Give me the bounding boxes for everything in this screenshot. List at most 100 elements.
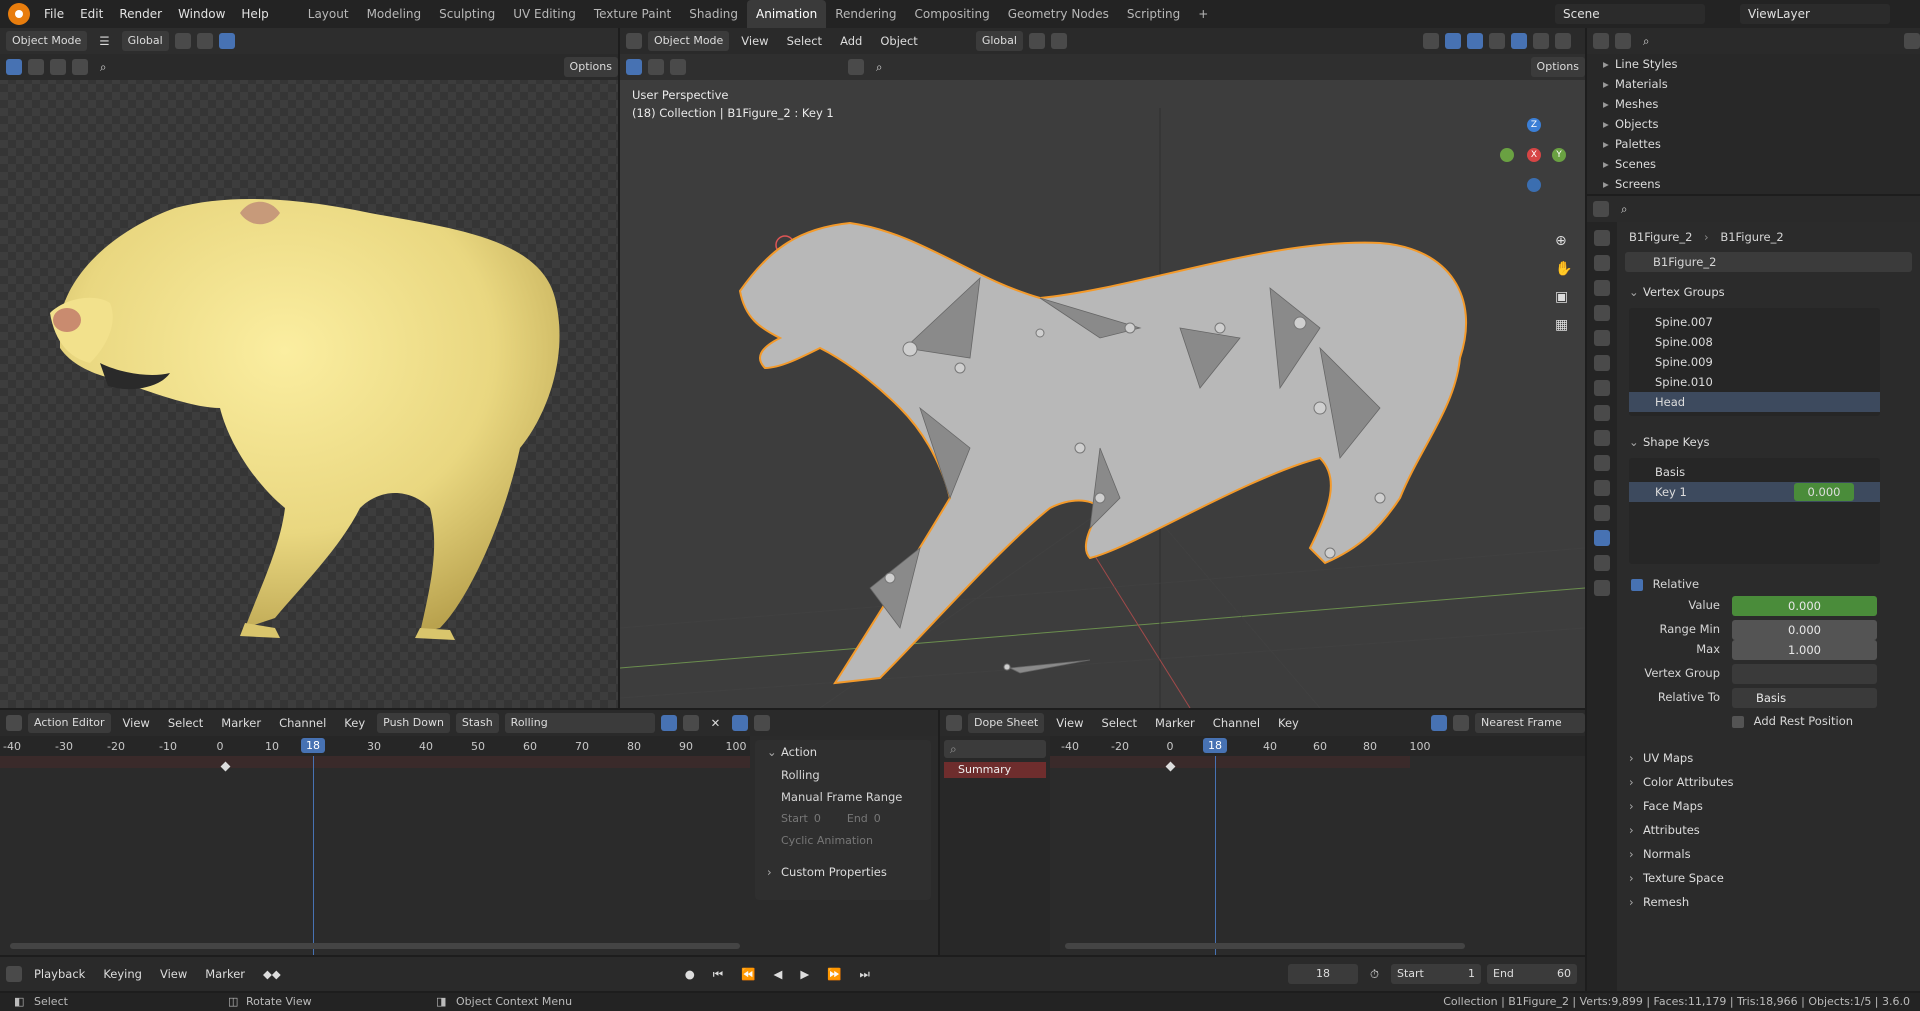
only-selected-icon[interactable] xyxy=(732,715,749,731)
menu-window[interactable]: Window xyxy=(170,0,233,28)
jump-start-icon[interactable]: ⏮ xyxy=(707,967,729,982)
next-keyframe-icon[interactable]: ⏩ xyxy=(821,967,847,981)
record-icon[interactable]: ● xyxy=(679,967,701,981)
start-value[interactable]: 0 xyxy=(814,808,821,830)
output-tab-icon[interactable] xyxy=(1594,280,1610,296)
tab-texture-paint[interactable]: Texture Paint xyxy=(585,0,680,28)
texture-tab-icon[interactable] xyxy=(1594,580,1610,596)
ds-menu-select[interactable]: Select xyxy=(1096,716,1143,730)
dope-sheet[interactable]: Dope Sheet View Select Marker Channel Ke… xyxy=(940,710,1585,955)
left-viewport[interactable]: Object Mode ☰ Global ⌕ Options xyxy=(0,28,618,708)
section-remesh[interactable]: Remesh xyxy=(1617,890,1920,914)
outliner[interactable]: ⌕ Line Styles Materials Meshes Objects P… xyxy=(1587,28,1920,194)
filter-icon[interactable] xyxy=(1453,715,1469,731)
horizontal-scrollbar[interactable] xyxy=(10,943,740,949)
menu-file[interactable]: File xyxy=(36,0,72,28)
channel-search-input[interactable]: ⌕ xyxy=(944,740,1046,758)
only-selected-icon[interactable] xyxy=(1431,715,1447,731)
play-icon[interactable]: ▶ xyxy=(794,967,815,981)
end-frame-field[interactable]: End 60 xyxy=(1487,964,1577,984)
action-editor-ruler[interactable]: -40 -30 -20 -10 0 10 30 40 50 60 70 80 9… xyxy=(0,736,750,756)
outliner-item-meshes[interactable]: Meshes xyxy=(1587,94,1920,114)
ds-menu-view[interactable]: View xyxy=(1050,716,1089,730)
current-frame-indicator[interactable]: 18 xyxy=(1203,738,1227,753)
manual-frame-range-checkbox[interactable]: Manual Frame Range xyxy=(755,786,931,808)
grid-icon[interactable]: ▦ xyxy=(1555,317,1573,333)
select-extend-icon[interactable] xyxy=(28,59,44,75)
menu-icon[interactable]: ☰ xyxy=(93,34,115,48)
world-tab-icon[interactable] xyxy=(1594,355,1610,371)
tab-shading[interactable]: Shading xyxy=(680,0,747,28)
summary-channel[interactable]: Summary xyxy=(944,762,1046,778)
tab-modeling[interactable]: Modeling xyxy=(358,0,431,28)
timeline[interactable]: Playback Keying View Marker ◆◆ ● ⏮ ⏪ ◀ ▶… xyxy=(0,957,1585,991)
z-axis-icon[interactable]: Z xyxy=(1527,118,1541,132)
editor-type-icon[interactable] xyxy=(6,715,22,731)
jump-end-icon[interactable]: ⏭ xyxy=(854,967,876,982)
render-tab-icon[interactable] xyxy=(1594,255,1610,271)
vertex-groups-list[interactable]: Spine.007 Spine.008 Spine.009 Spine.010 … xyxy=(1629,308,1880,416)
cyclic-animation-checkbox[interactable]: Cyclic Animation xyxy=(755,830,931,852)
vertex-groups-header[interactable]: Vertex Groups xyxy=(1617,280,1920,304)
custom-properties-header[interactable]: Custom Properties xyxy=(755,860,931,884)
vertex-group-item[interactable]: Spine.009 xyxy=(1629,352,1880,372)
display-mode-icon[interactable] xyxy=(1615,33,1631,49)
properties-type-icon[interactable] xyxy=(1593,201,1609,217)
playhead[interactable] xyxy=(313,756,314,955)
particles-tab-icon[interactable] xyxy=(1594,455,1610,471)
dope-sheet-mode-dropdown[interactable]: Dope Sheet xyxy=(968,713,1045,733)
camera-icon[interactable]: ▣ xyxy=(1555,289,1573,305)
section-uv-maps[interactable]: UV Maps xyxy=(1617,746,1920,770)
view-layer-tab-icon[interactable] xyxy=(1594,305,1610,321)
fake-user-icon[interactable] xyxy=(660,715,677,731)
dope-sheet-ruler[interactable]: -40 -20 0 40 60 80 100 18 xyxy=(1050,736,1585,756)
value-field[interactable]: 0.000 xyxy=(1732,596,1877,616)
keyframe-nav-icon[interactable]: ◆◆ xyxy=(257,967,287,981)
ae-menu-marker[interactable]: Marker xyxy=(215,716,267,730)
ds-menu-channel[interactable]: Channel xyxy=(1207,716,1266,730)
z-neg-axis-icon[interactable] xyxy=(1527,178,1541,192)
main-viewport[interactable]: Object Mode View Select Add Object Globa… xyxy=(620,28,1585,708)
ds-menu-marker[interactable]: Marker xyxy=(1149,716,1201,730)
ae-menu-select[interactable]: Select xyxy=(162,716,209,730)
left-options-button[interactable]: Options xyxy=(563,57,618,77)
shape-key-value-field[interactable]: 0.000 xyxy=(1794,483,1854,501)
vertex-group-item[interactable]: Spine.007 xyxy=(1629,312,1880,332)
mesh-data-name-field[interactable]: B1Figure_2 xyxy=(1625,252,1912,272)
vertex-group-item-selected[interactable]: Head xyxy=(1629,392,1880,412)
breadcrumb-object[interactable]: B1Figure_2 xyxy=(1629,230,1692,244)
add-workspace-button[interactable]: + xyxy=(1189,0,1217,28)
zoom-icon[interactable]: ⊕ xyxy=(1555,233,1573,249)
snap-mode-dropdown[interactable]: Nearest Frame xyxy=(1475,713,1585,733)
snap-icon[interactable] xyxy=(174,33,191,49)
range-min-field[interactable]: 0.000 xyxy=(1732,620,1877,640)
outliner-type-icon[interactable] xyxy=(1593,33,1609,49)
prev-keyframe-icon[interactable]: ⏪ xyxy=(735,967,761,981)
menu-render[interactable]: Render xyxy=(111,0,170,28)
search-icon[interactable]: ⌕ xyxy=(94,60,112,75)
relative-to-field[interactable]: Basis xyxy=(1732,688,1877,708)
physics-tab-icon[interactable] xyxy=(1594,480,1610,496)
navigation-gizmo[interactable]: Z X Y xyxy=(1500,118,1570,208)
properties-editor[interactable]: ⌕ B1Figure_2 › B1Figure_2 B1Figure_2 Ver… xyxy=(1587,196,1920,991)
section-texture-space[interactable]: Texture Space xyxy=(1617,866,1920,890)
search-icon[interactable]: ⌕ xyxy=(1615,202,1633,217)
keying-menu[interactable]: Keying xyxy=(97,967,148,981)
tab-rendering[interactable]: Rendering xyxy=(826,0,905,28)
viewport-shading-icon[interactable] xyxy=(72,59,88,75)
tab-scripting[interactable]: Scripting xyxy=(1118,0,1189,28)
horizontal-scrollbar[interactable] xyxy=(1065,943,1465,949)
section-color-attributes[interactable]: Color Attributes xyxy=(1617,770,1920,794)
tab-animation[interactable]: Animation xyxy=(747,0,827,28)
view-layer-selector[interactable]: ViewLayer xyxy=(1740,4,1890,24)
shading-rendered-icon[interactable] xyxy=(218,33,235,49)
scene-selector[interactable]: Scene xyxy=(1555,4,1705,24)
checkbox-unchecked-icon[interactable] xyxy=(1732,715,1744,728)
ae-menu-view[interactable]: View xyxy=(117,716,156,730)
vertex-group-item[interactable]: Spine.008 xyxy=(1629,332,1880,352)
data-tab-icon[interactable] xyxy=(1594,530,1610,546)
shape-key-basis[interactable]: Basis xyxy=(1629,462,1880,482)
vertex-group-item[interactable]: Spine.010 xyxy=(1629,372,1880,392)
blender-logo-icon[interactable] xyxy=(8,3,30,25)
menu-edit[interactable]: Edit xyxy=(72,0,111,28)
